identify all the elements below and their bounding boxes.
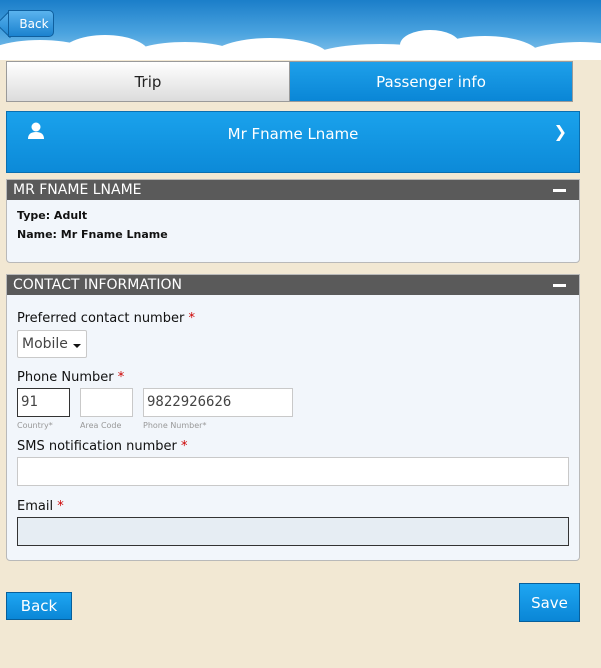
sms-number-input[interactable] bbox=[17, 457, 569, 486]
area-code-caption: Area Code bbox=[80, 421, 122, 430]
back-button-text: Back bbox=[20, 597, 58, 615]
tab-trip[interactable]: Trip bbox=[7, 62, 290, 101]
caret-down-icon bbox=[73, 344, 81, 348]
passenger-type: Type: Adult bbox=[17, 209, 88, 222]
preferred-contact-label: Preferred contact number * bbox=[17, 311, 195, 326]
tab-trip-label: Trip bbox=[134, 72, 162, 91]
email-label-text: Email bbox=[17, 499, 54, 514]
country-code-input[interactable]: 91 bbox=[17, 388, 70, 417]
passenger-name-line: Name: Mr Fname Lname bbox=[17, 228, 168, 241]
country-caption-text: Country bbox=[17, 421, 49, 430]
email-input[interactable] bbox=[17, 517, 569, 546]
required-mark: * bbox=[180, 439, 188, 454]
preferred-contact-value: Mobile bbox=[22, 336, 68, 352]
passenger-panel: MR FNAME LNAME Type: Adult Name: Mr Fnam… bbox=[6, 179, 580, 263]
collapse-icon[interactable] bbox=[553, 189, 566, 192]
phone-number-caption: Phone Number* bbox=[143, 421, 206, 430]
save-button-text: Save bbox=[531, 593, 568, 612]
save-button[interactable]: Save bbox=[519, 583, 580, 622]
sms-label-text: SMS notification number bbox=[17, 439, 177, 454]
sms-label: SMS notification number * bbox=[17, 439, 187, 454]
required-mark: * bbox=[57, 499, 64, 514]
phone-number-input[interactable]: 9822926626 bbox=[143, 388, 293, 417]
area-code-input[interactable] bbox=[80, 388, 133, 417]
sky-header bbox=[0, 0, 601, 60]
required-mark: * bbox=[188, 311, 195, 326]
back-button-top[interactable]: Back bbox=[8, 10, 54, 37]
tab-bar: Trip Passenger info bbox=[6, 61, 573, 102]
collapse-icon[interactable] bbox=[553, 284, 566, 287]
contact-panel-title: CONTACT INFORMATION bbox=[13, 277, 182, 293]
back-button-label: Back bbox=[19, 16, 49, 31]
passenger-name: Mr Fname Lname bbox=[227, 125, 359, 143]
preferred-contact-label-text: Preferred contact number bbox=[17, 311, 185, 326]
passenger-selector[interactable]: Mr Fname Lname ❯ bbox=[6, 111, 580, 173]
tab-passenger-info[interactable]: Passenger info bbox=[290, 62, 572, 101]
phone-number-caption-text: Phone Number bbox=[143, 421, 203, 430]
contact-panel-header[interactable]: CONTACT INFORMATION bbox=[7, 275, 579, 295]
country-caption: Country* bbox=[17, 421, 53, 430]
passenger-panel-title: MR FNAME LNAME bbox=[13, 182, 142, 198]
tab-passenger-info-label: Passenger info bbox=[376, 72, 486, 91]
chevron-right-icon: ❯ bbox=[553, 122, 567, 141]
phone-number-label-text: Phone Number bbox=[17, 370, 114, 385]
required-mark: * bbox=[117, 370, 125, 385]
preferred-contact-select[interactable]: Mobile bbox=[17, 330, 87, 358]
passenger-panel-header[interactable]: MR FNAME LNAME bbox=[7, 180, 579, 200]
email-label: Email * bbox=[17, 499, 64, 514]
back-button[interactable]: Back bbox=[6, 592, 72, 620]
contact-panel: CONTACT INFORMATION Preferred contact nu… bbox=[6, 274, 580, 561]
required-mark: * bbox=[202, 421, 207, 430]
required-mark: * bbox=[48, 421, 53, 430]
phone-number-label: Phone Number * bbox=[17, 370, 124, 385]
